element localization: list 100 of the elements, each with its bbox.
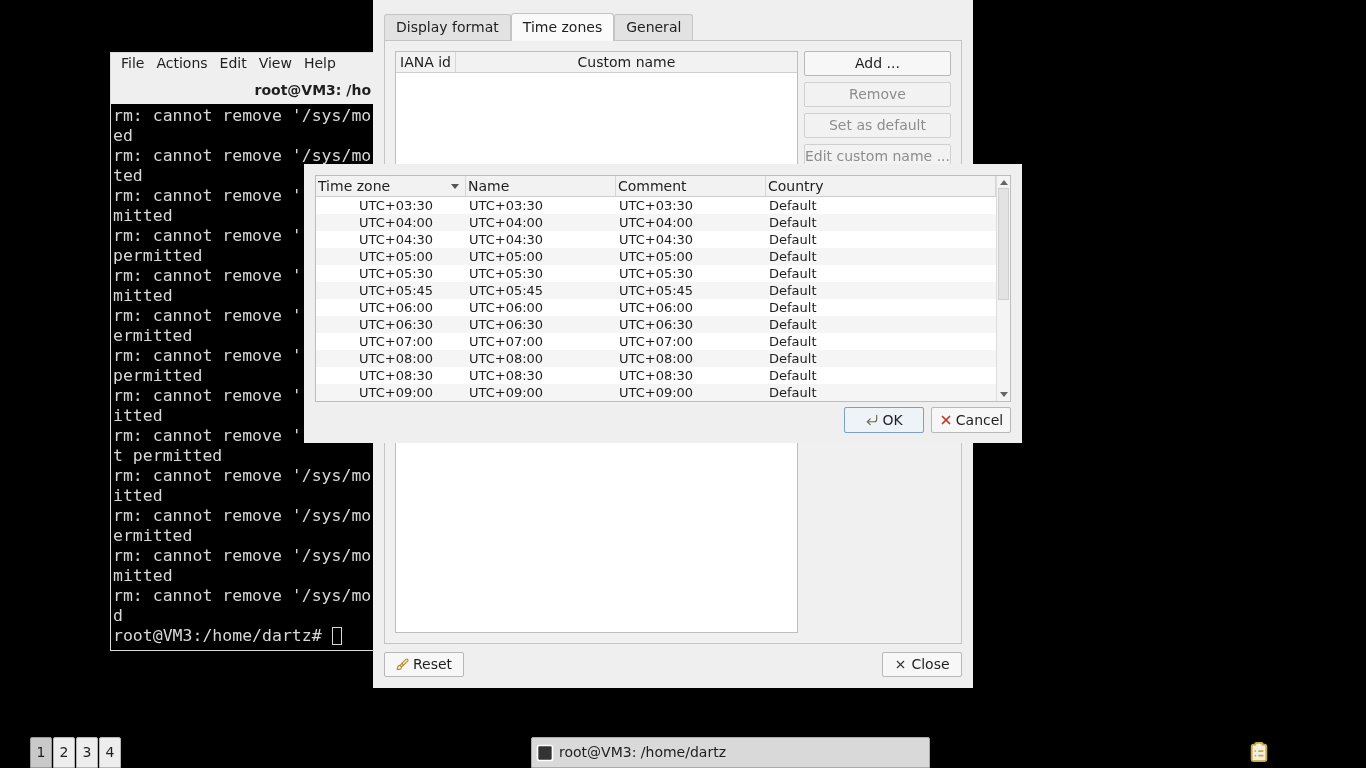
table-cell: UTC+04:30: [359, 231, 434, 247]
terminal-line: permitted: [113, 366, 203, 386]
terminal-line: rm: cannot remove '/sys/mo: [113, 466, 372, 486]
table-cell: UTC+07:00: [469, 333, 544, 349]
terminal-line: rm: cannot remove '/sys/mo: [113, 586, 372, 606]
table-cell: Default: [769, 316, 817, 332]
terminal-line: rm: cannot remove '/sys/mo: [113, 146, 372, 166]
table-cell: UTC+06:00: [359, 299, 434, 315]
terminal-line: rm: cannot remove ': [113, 186, 302, 206]
table-cell: UTC+06:30: [469, 316, 544, 332]
menu-item[interactable]: Edit: [213, 53, 253, 74]
table-cell: UTC+03:30: [359, 197, 434, 213]
scrollbar[interactable]: [996, 176, 1010, 401]
desktop-switch-button[interactable]: 3: [76, 737, 98, 768]
terminal-line: itted: [113, 486, 163, 506]
column-header[interactable]: Name: [466, 176, 616, 196]
terminal-line: rm: cannot remove ': [113, 306, 302, 326]
desktop-switch-button[interactable]: 1: [30, 737, 52, 768]
close-button[interactable]: Close: [882, 652, 962, 677]
terminal-line: rm: cannot remove '/sys/mo: [113, 106, 372, 126]
table-cell: UTC+05:30: [619, 265, 694, 281]
terminal-line: rm: cannot remove ': [113, 266, 302, 286]
table-cell: UTC+08:00: [619, 350, 694, 366]
table-cell: UTC+08:00: [359, 350, 434, 366]
table-row[interactable]: UTC+05:00 UTC+05:00 UTC+05:00 Default: [316, 248, 996, 265]
table-cell: UTC+08:00: [469, 350, 544, 366]
column-header[interactable]: IANA id: [396, 52, 456, 72]
table-cell: UTC+05:00: [469, 248, 544, 264]
table-cell: UTC+05:00: [619, 248, 694, 264]
table-cell: UTC+08:30: [619, 367, 694, 383]
menu-item[interactable]: File: [115, 53, 151, 74]
table-cell: UTC+03:30: [469, 197, 544, 213]
column-header[interactable]: Comment: [616, 176, 766, 196]
reset-button[interactable]: Reset: [384, 652, 464, 677]
tab[interactable]: Time zones: [510, 13, 615, 41]
taskbar-window-button[interactable]: root@VM3: /home/dartz: [531, 737, 930, 768]
table-cell: UTC+08:30: [359, 367, 434, 383]
table-cell: UTC+06:30: [359, 316, 434, 332]
table-row[interactable]: UTC+04:00 UTC+04:00 UTC+04:00 Default: [316, 214, 996, 231]
column-header[interactable]: Custom name: [456, 52, 797, 72]
window-title: root@VM3: /ho: [254, 80, 371, 100]
table-row[interactable]: UTC+05:45 UTC+05:45 UTC+05:45 Default: [316, 282, 996, 299]
enter-arrow-icon: [865, 413, 880, 427]
table-cell: UTC+04:00: [469, 214, 544, 230]
action-button[interactable]: Add ...: [803, 51, 951, 76]
table-cell: Default: [769, 282, 817, 298]
table-cell: UTC+05:30: [359, 265, 434, 281]
table-cell: UTC+07:00: [359, 333, 434, 349]
table-cell: UTC+05:45: [619, 282, 694, 298]
table-cell: UTC+05:00: [359, 248, 434, 264]
table-cell: UTC+06:00: [619, 299, 694, 315]
desktop-switch-button[interactable]: 4: [99, 737, 121, 768]
table-row[interactable]: UTC+09:00 UTC+09:00 UTC+09:00 Default: [316, 384, 996, 401]
terminal-prompt: root@VM3:/home/dartz#: [113, 626, 323, 646]
terminal-line: mitted: [113, 206, 173, 226]
tab[interactable]: Display format: [384, 14, 511, 40]
table-cell: UTC+04:00: [619, 214, 694, 230]
table-cell: UTC+05:45: [469, 282, 544, 298]
table-cell: Default: [769, 265, 817, 281]
table-cell: UTC+04:30: [619, 231, 694, 247]
tab[interactable]: General: [614, 14, 694, 40]
terminal-line: ted: [113, 166, 143, 186]
table-cell: Default: [769, 214, 817, 230]
desktop-switch-button[interactable]: 2: [53, 737, 75, 768]
table-row[interactable]: UTC+08:00 UTC+08:00 UTC+08:00 Default: [316, 350, 996, 367]
table-cell: Default: [769, 248, 817, 264]
table-cell: UTC+09:00: [359, 384, 434, 400]
terminal-line: rm: cannot remove ': [113, 426, 302, 446]
table-cell: Default: [769, 231, 817, 247]
column-header[interactable]: Time zone: [316, 176, 466, 196]
terminal-line: rm: cannot remove ': [113, 346, 302, 366]
table-cell: UTC+03:30: [619, 197, 694, 213]
ok-button[interactable]: OK: [844, 407, 924, 433]
clipboard-icon[interactable]: [1248, 741, 1270, 763]
table-cell: UTC+05:30: [469, 265, 544, 281]
cursor-icon: [331, 627, 342, 645]
table-cell: Default: [769, 350, 817, 366]
terminal-line: d: [113, 606, 123, 626]
terminal-line: ed: [113, 126, 133, 146]
terminal-line: ermitted: [113, 326, 193, 346]
terminal-line: rm: cannot remove ': [113, 386, 302, 406]
table-cell: Default: [769, 299, 817, 315]
sort-arrow-icon: [451, 183, 459, 189]
terminal-line: rm: cannot remove '/sys/mo: [113, 546, 372, 566]
table-cell: UTC+09:00: [619, 384, 694, 400]
menu-item[interactable]: Help: [297, 53, 342, 74]
table-cell: UTC+07:00: [619, 333, 694, 349]
cancel-button[interactable]: Cancel: [931, 407, 1011, 433]
menu-item[interactable]: View: [252, 53, 298, 74]
table-cell: UTC+09:00: [469, 384, 544, 400]
terminal-line: permitted: [113, 246, 203, 266]
table-cell: UTC+04:30: [469, 231, 544, 247]
brush-icon: [395, 658, 409, 671]
terminal-line: itted: [113, 406, 163, 426]
table-cell: UTC+06:30: [619, 316, 694, 332]
table-cell: UTC+05:45: [359, 282, 434, 298]
menu-item[interactable]: Actions: [150, 53, 214, 74]
table-row[interactable]: UTC+06:30 UTC+06:30 UTC+06:30 Default: [316, 316, 996, 333]
terminal-line: mitted: [113, 286, 173, 306]
table-cell: Default: [769, 333, 817, 349]
